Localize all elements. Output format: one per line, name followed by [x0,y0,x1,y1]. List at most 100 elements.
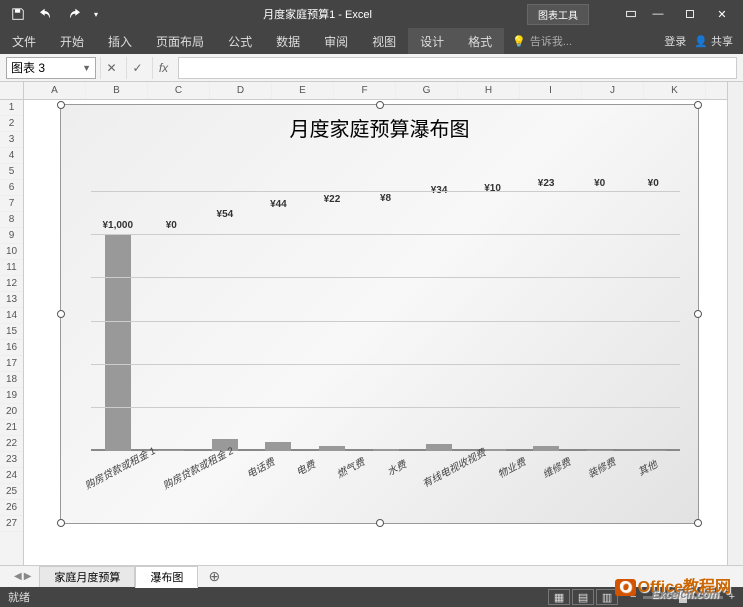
tab-pagelayout[interactable]: 页面布局 [144,28,216,54]
fx-icon[interactable]: fx [152,57,174,79]
column-header[interactable]: I [520,82,582,99]
row-header[interactable]: 18 [0,372,23,388]
row-header[interactable]: 22 [0,436,23,452]
share-button[interactable]: 👤 共享 [694,33,733,49]
column-header[interactable]: B [86,82,148,99]
row-header[interactable]: 19 [0,388,23,404]
save-icon[interactable] [6,3,30,25]
chart-bar[interactable]: ¥10 [466,149,520,451]
chart-handle[interactable] [376,519,384,527]
chart-bar[interactable]: ¥8 [359,149,413,451]
chart-handle[interactable] [57,101,65,109]
vertical-scrollbar[interactable] [727,82,743,565]
row-header[interactable]: 16 [0,340,23,356]
chart-bar[interactable]: ¥1,000 [91,149,145,451]
chart-bar[interactable]: ¥0 [145,149,199,451]
watermark: OOffice教程网 Excelcn.com [615,573,731,597]
prev-sheet-icon[interactable]: ◀ [14,571,22,582]
signin-link[interactable]: 登录 [664,33,686,49]
row-header[interactable]: 14 [0,308,23,324]
chart-handle[interactable] [57,519,65,527]
chart-data-label: ¥0 [145,220,199,231]
pagelayout-view-icon[interactable]: ▤ [572,589,594,605]
chart-handle[interactable] [694,310,702,318]
next-sheet-icon[interactable]: ▶ [24,571,32,582]
sheet-tab-active[interactable]: 瀑布图 [135,566,198,588]
chart-handle[interactable] [694,101,702,109]
tab-file[interactable]: 文件 [0,28,48,54]
close-button[interactable]: ✕ [707,3,737,25]
maximize-button[interactable] [675,3,705,25]
enter-formula-icon[interactable]: ✓ [126,57,148,79]
minimize-button[interactable]: — [643,3,673,25]
chart-gridline [91,407,680,408]
sheet-nav[interactable]: ◀▶ [6,571,39,582]
chart-handle[interactable] [376,101,384,109]
row-header[interactable]: 25 [0,484,23,500]
name-box-dropdown-icon[interactable]: ▼ [82,63,91,73]
column-header[interactable]: D [210,82,272,99]
row-header[interactable]: 5 [0,164,23,180]
row-header[interactable]: 21 [0,420,23,436]
row-header[interactable]: 7 [0,196,23,212]
name-box[interactable]: 图表 3 ▼ [6,57,96,79]
chart-bar[interactable]: ¥23 [519,149,573,451]
chart-bar[interactable]: ¥22 [305,149,359,451]
chart-bar[interactable]: ¥0 [626,149,680,451]
row-header[interactable]: 17 [0,356,23,372]
chart-bar[interactable]: ¥34 [412,149,466,451]
row-header[interactable]: 3 [0,132,23,148]
column-header[interactable]: G [396,82,458,99]
row-header[interactable]: 10 [0,244,23,260]
column-header[interactable]: F [334,82,396,99]
row-header[interactable]: 11 [0,260,23,276]
tab-design[interactable]: 设计 [408,28,456,54]
row-header[interactable]: 8 [0,212,23,228]
chart-handle[interactable] [57,310,65,318]
row-header[interactable]: 13 [0,292,23,308]
row-header[interactable]: 1 [0,100,23,116]
select-all-corner[interactable] [0,82,24,100]
column-header[interactable]: C [148,82,210,99]
tab-review[interactable]: 审阅 [312,28,360,54]
tell-me-box[interactable]: 💡 告诉我... [504,33,654,49]
chart-bar[interactable]: ¥44 [252,149,306,451]
column-header[interactable]: A [24,82,86,99]
undo-icon[interactable] [34,3,58,25]
cancel-formula-icon[interactable]: ✕ [100,57,122,79]
row-header[interactable]: 15 [0,324,23,340]
row-header[interactable]: 6 [0,180,23,196]
row-header[interactable]: 4 [0,148,23,164]
row-header[interactable]: 12 [0,276,23,292]
tab-insert[interactable]: 插入 [96,28,144,54]
row-header[interactable]: 27 [0,516,23,532]
tab-view[interactable]: 视图 [360,28,408,54]
row-header[interactable]: 26 [0,500,23,516]
formula-input[interactable] [178,57,737,79]
normal-view-icon[interactable]: ▦ [548,589,570,605]
column-header[interactable]: K [644,82,706,99]
chart-plot-area[interactable]: ¥1,000¥0¥54¥44¥22¥8¥34¥10¥23¥0¥0 [91,149,680,451]
row-header[interactable]: 9 [0,228,23,244]
qat-dropdown-icon[interactable]: ▾ [90,3,102,25]
chart-bar[interactable]: ¥54 [198,149,252,451]
tab-formulas[interactable]: 公式 [216,28,264,54]
chart-title[interactable]: 月度家庭预算瀑布图 [61,105,698,144]
column-header[interactable]: J [582,82,644,99]
tab-format[interactable]: 格式 [456,28,504,54]
add-sheet-button[interactable]: ⊕ [204,568,224,585]
row-header[interactable]: 24 [0,468,23,484]
tab-home[interactable]: 开始 [48,28,96,54]
sheet-tab[interactable]: 家庭月度预算 [39,566,135,587]
chart-handle[interactable] [694,519,702,527]
column-header[interactable]: E [272,82,334,99]
ribbon-display-icon[interactable] [619,3,643,25]
row-header[interactable]: 23 [0,452,23,468]
column-header[interactable]: H [458,82,520,99]
tab-data[interactable]: 数据 [264,28,312,54]
row-header[interactable]: 20 [0,404,23,420]
chart-object[interactable]: 月度家庭预算瀑布图 ¥1,000¥0¥54¥44¥22¥8¥34¥10¥23¥0… [60,104,699,524]
chart-bar[interactable]: ¥0 [573,149,627,451]
row-header[interactable]: 2 [0,116,23,132]
redo-icon[interactable] [62,3,86,25]
